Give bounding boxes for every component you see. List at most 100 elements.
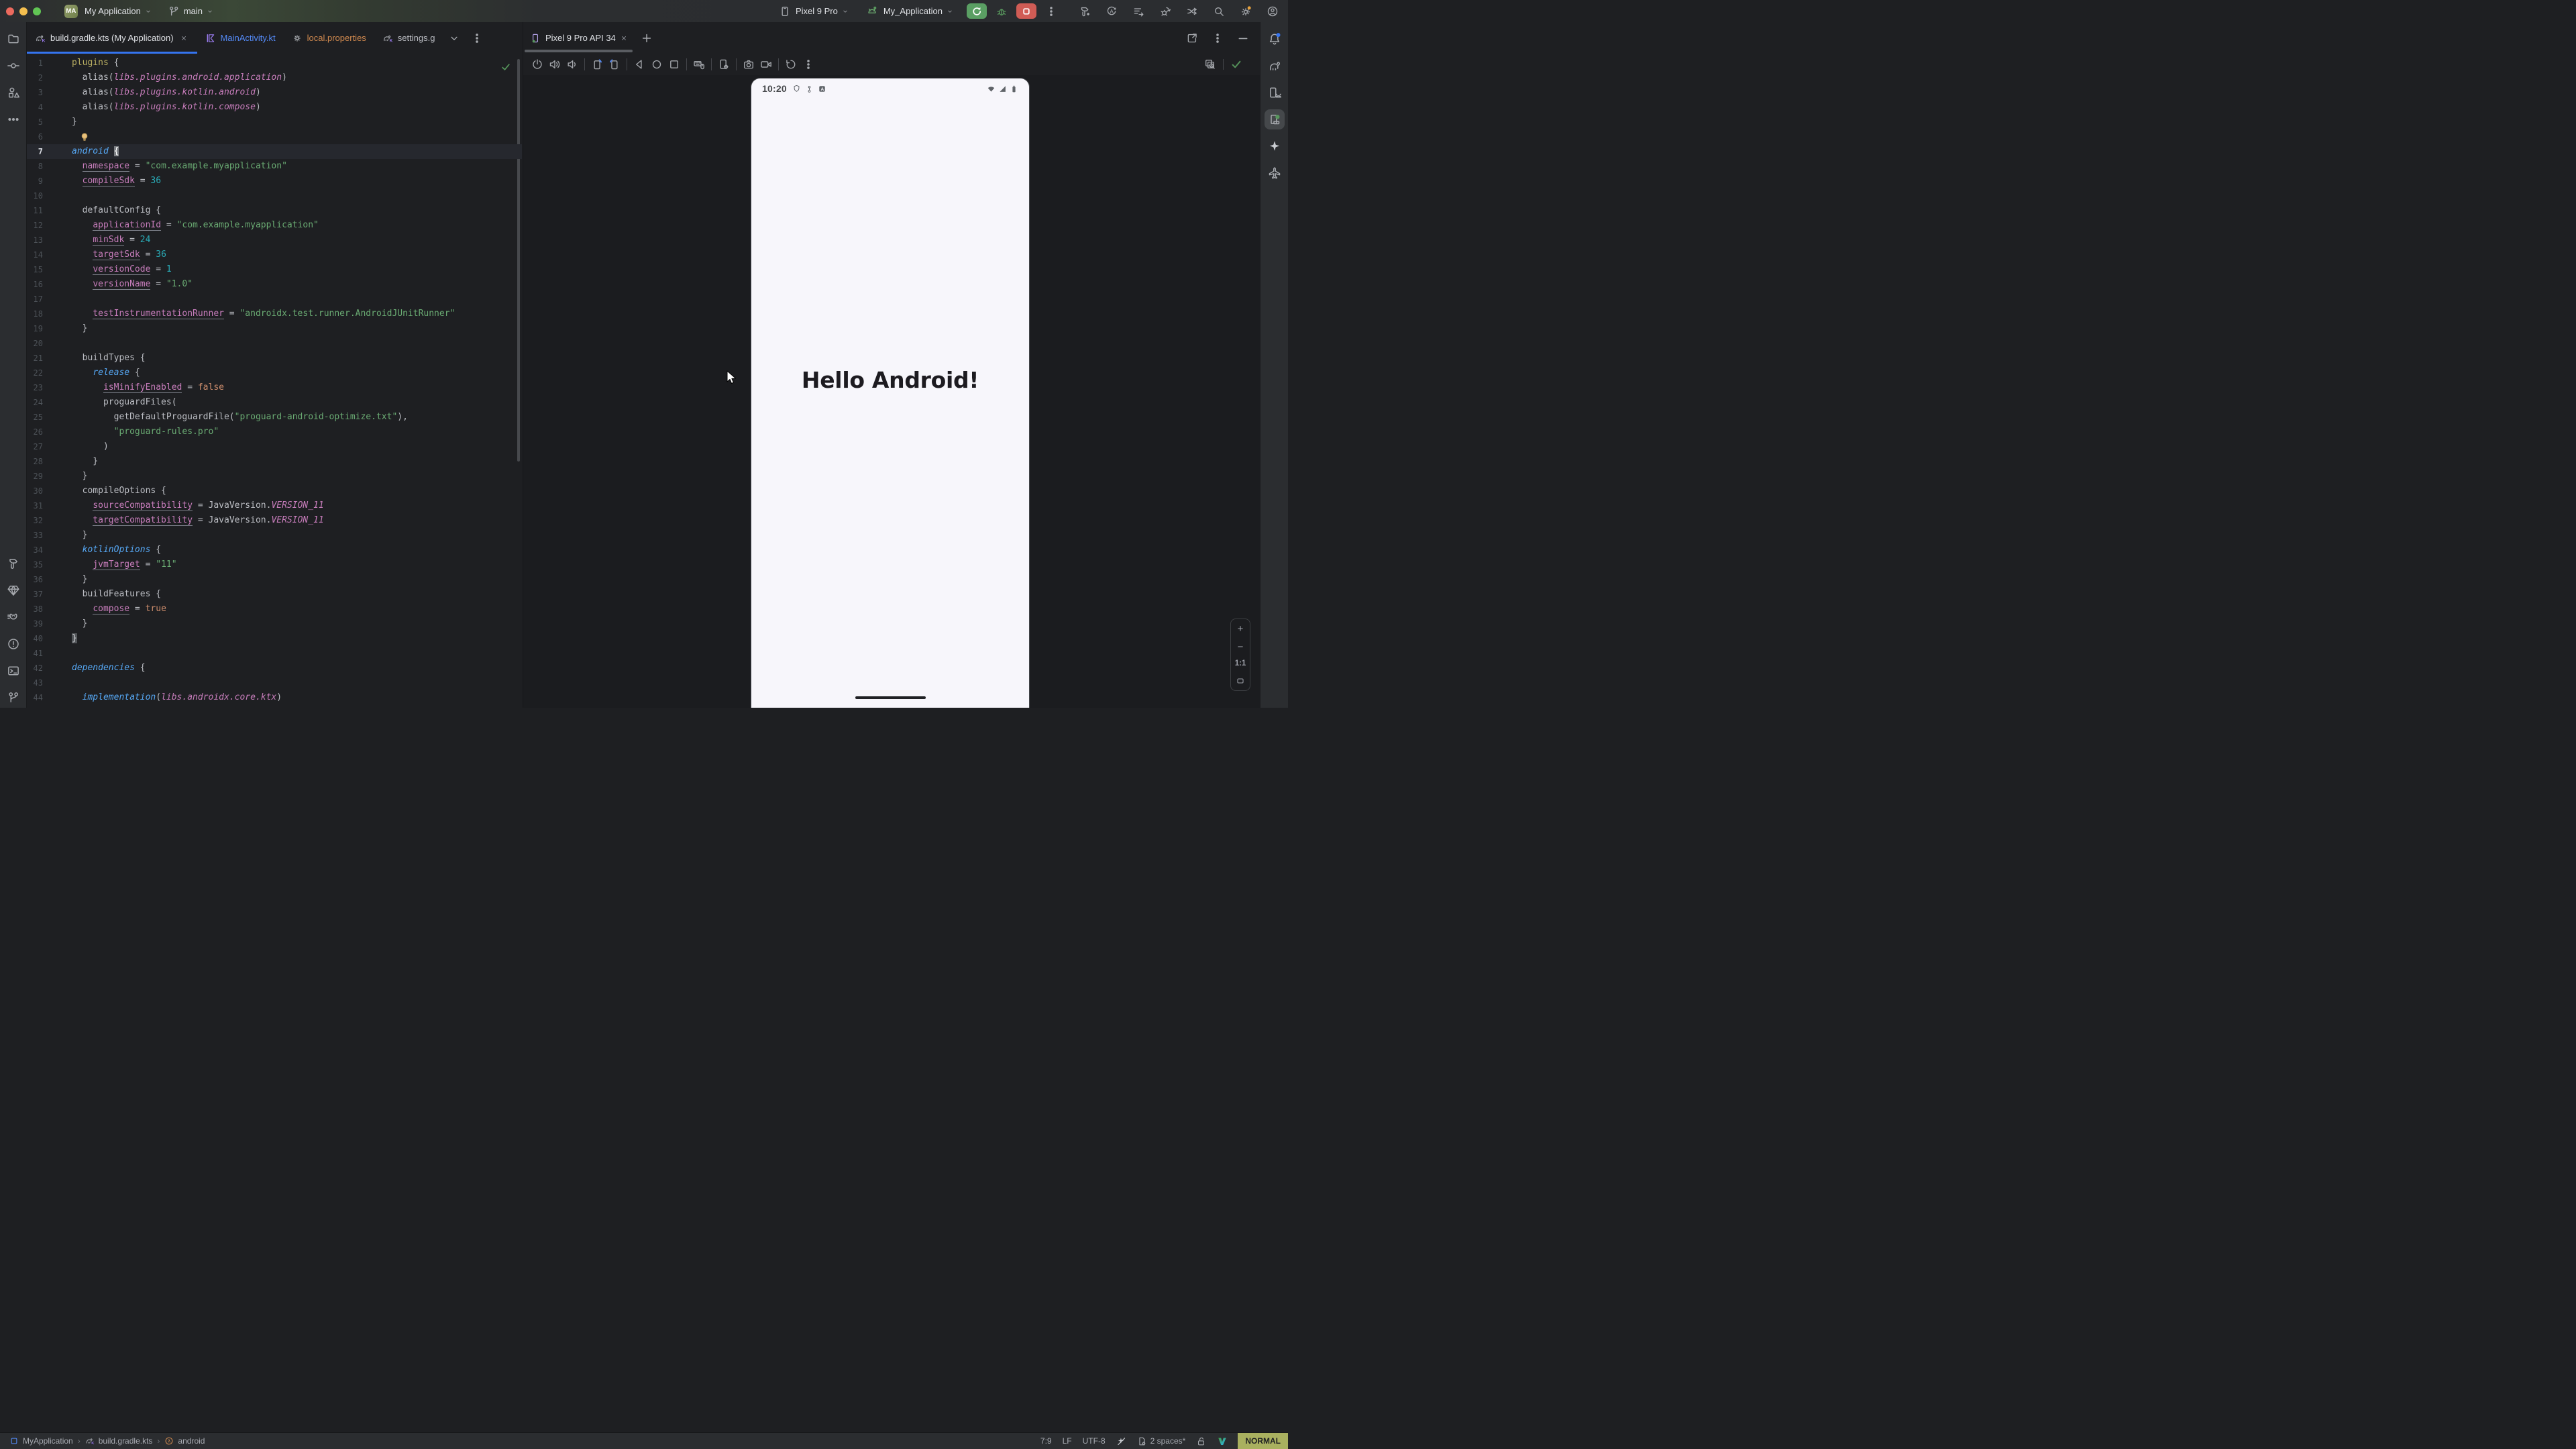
settings-gear-icon[interactable]: [1237, 3, 1254, 20]
stripe-logcat-cat-icon[interactable]: [3, 607, 23, 627]
code-line[interactable]: 11 defaultConfig {: [27, 203, 522, 218]
stop-app-button[interactable]: [1016, 3, 1036, 19]
stripe-more-horizontal-icon[interactable]: [3, 109, 23, 129]
kebab-icon[interactable]: [468, 30, 486, 47]
user-account-icon[interactable]: [1264, 3, 1281, 20]
emulator-device-settings-icon[interactable]: [715, 56, 733, 72]
code-line[interactable]: 8 namespace = "com.example.myapplication…: [27, 159, 522, 174]
breadcrumb-item-android[interactable]: λandroid: [164, 1436, 205, 1446]
stripe-device-manager-icon[interactable]: [1265, 83, 1285, 103]
attach-debugger-icon[interactable]: [1157, 3, 1174, 20]
code-line[interactable]: 29 }: [27, 469, 522, 484]
stripe-project-folder-icon[interactable]: [3, 29, 23, 49]
emulator-volume-down-icon[interactable]: [564, 56, 581, 72]
stripe-assistant-sparkle-icon[interactable]: [1265, 136, 1285, 156]
stripe-notifications-bell-icon[interactable]: [1265, 29, 1285, 49]
code-line[interactable]: 17: [27, 292, 522, 307]
build-hammer-icon[interactable]: [1076, 3, 1093, 20]
emulator-screen[interactable]: 10:20 A Hello Android!: [751, 78, 1030, 708]
code-line[interactable]: 13 minSdk = 24: [27, 233, 522, 248]
code-line[interactable]: 7android {: [27, 144, 522, 159]
lock-open-icon[interactable]: [1196, 1436, 1206, 1446]
zoom-in-button[interactable]: +: [1238, 624, 1244, 634]
editor-tab-4[interactable]: Ksettings.g: [374, 22, 443, 54]
kebab-icon[interactable]: [1209, 30, 1226, 47]
emulator-nav-back-icon[interactable]: [631, 56, 648, 72]
code-line[interactable]: 18 testInstrumentationRunner = "androidx…: [27, 307, 522, 321]
fit-screen-icon[interactable]: [1236, 676, 1245, 686]
code-line[interactable]: 27 ): [27, 439, 522, 454]
window-zoom-button[interactable]: [33, 7, 41, 15]
ai-off-icon[interactable]: [1116, 1436, 1126, 1446]
code-line[interactable]: 36 }: [27, 572, 522, 587]
code-line[interactable]: 20: [27, 336, 522, 351]
vim-mode-badge[interactable]: NORMAL: [1238, 1433, 1288, 1449]
code-line[interactable]: 25 getDefaultProguardFile("proguard-andr…: [27, 410, 522, 425]
emulator-rotate-right-icon[interactable]: [606, 56, 623, 72]
run-configuration-selector[interactable]: My_Application: [865, 3, 953, 20]
code-line[interactable]: 23 isMinifyEnabled = false: [27, 380, 522, 395]
device-selector[interactable]: Pixel 9 Pro: [778, 3, 849, 20]
editor-tab-3[interactable]: local.properties: [284, 22, 374, 54]
stripe-problems-alert-icon[interactable]: [3, 634, 23, 654]
hide-panel-icon[interactable]: [1234, 30, 1252, 47]
code-line[interactable]: 16 versionName = "1.0": [27, 277, 522, 292]
code-line[interactable]: 42dependencies {: [27, 661, 522, 676]
emulator-ui-inspect-icon[interactable]: [1201, 56, 1219, 73]
open-in-window-icon[interactable]: [1183, 30, 1201, 47]
zoom-actual-size-button[interactable]: 1:1: [1235, 660, 1246, 668]
indent-setting[interactable]: 2 spaces*: [1137, 1436, 1186, 1446]
close-icon[interactable]: [621, 35, 627, 42]
stripe-gemini-gem-icon[interactable]: [3, 580, 23, 600]
sync-a-icon[interactable]: A: [1103, 3, 1120, 20]
code-line[interactable]: 4 alias(libs.plugins.kotlin.compose): [27, 100, 522, 115]
stripe-commit-icon[interactable]: [3, 56, 23, 76]
caret-position[interactable]: 7:9: [1040, 1436, 1052, 1446]
stripe-running-devices-icon[interactable]: [1265, 109, 1285, 129]
code-line[interactable]: 14 targetSdk = 36: [27, 248, 522, 262]
emulator-hardware-input-icon[interactable]: [690, 56, 708, 72]
branch-menu[interactable]: main: [168, 5, 213, 17]
code-line[interactable]: 26 "proguard-rules.pro": [27, 425, 522, 439]
stripe-terminal-icon[interactable]: [3, 661, 23, 681]
sync-arrows-icon[interactable]: [1183, 3, 1201, 20]
breadcrumb-item-build.gradle.kts[interactable]: Kbuild.gradle.kts: [85, 1436, 153, 1446]
run-more-kebab-icon[interactable]: [1042, 3, 1060, 20]
emulator-check-green-icon[interactable]: [1228, 56, 1245, 73]
code-line[interactable]: 33 }: [27, 528, 522, 543]
code-line[interactable]: 31 sourceCompatibility = JavaVersion.VER…: [27, 498, 522, 513]
emulator-nav-home-icon[interactable]: [648, 56, 665, 72]
emulator-snapshot-reset-icon[interactable]: [782, 56, 800, 72]
add-device-tab-button[interactable]: [638, 30, 655, 47]
stripe-gradle-elephant-icon[interactable]: [1265, 56, 1285, 76]
code-line[interactable]: 9 compileSdk = 36: [27, 174, 522, 189]
code-line[interactable]: 24 proguardFiles(: [27, 395, 522, 410]
close-icon[interactable]: [178, 33, 189, 44]
code-line[interactable]: 10: [27, 189, 522, 203]
emulator-tab[interactable]: Pixel 9 Pro API 34: [523, 22, 634, 54]
emulator-screen-record-icon[interactable]: [757, 56, 775, 72]
code-line[interactable]: 32 targetCompatibility = JavaVersion.VER…: [27, 513, 522, 528]
code-line[interactable]: 39 }: [27, 616, 522, 631]
emulator-screenshot-camera-icon[interactable]: [740, 56, 757, 72]
code-editor[interactable]: Kbuild.gradle.kts (My Application)MainAc…: [27, 22, 522, 708]
debug-bug-icon[interactable]: [993, 3, 1010, 20]
emulator-rotate-left-icon[interactable]: [588, 56, 606, 72]
emulator-kebab-icon[interactable]: [800, 56, 817, 72]
stripe-airplane-icon[interactable]: [1265, 163, 1285, 183]
code-line[interactable]: 35 jvmTarget = "11": [27, 557, 522, 572]
code-line[interactable]: 19 }: [27, 321, 522, 336]
emulator-volume-up-icon[interactable]: [546, 56, 564, 72]
line-separator[interactable]: LF: [1063, 1436, 1072, 1446]
chevron-down-icon[interactable]: [445, 30, 463, 47]
code-line[interactable]: 12 applicationId = "com.example.myapplic…: [27, 218, 522, 233]
editor-tab-1[interactable]: Kbuild.gradle.kts (My Application): [27, 22, 197, 54]
phone-nav-handle[interactable]: [855, 696, 926, 699]
intention-bulb-icon[interactable]: [79, 131, 90, 142]
emulator-power-icon[interactable]: [529, 56, 546, 72]
code-line[interactable]: 6: [27, 129, 522, 144]
code-line[interactable]: 3 alias(libs.plugins.kotlin.android): [27, 85, 522, 100]
stripe-version-control-branch-icon[interactable]: [3, 688, 23, 708]
code-line[interactable]: 1plugins {: [27, 56, 522, 70]
encoding[interactable]: UTF-8: [1083, 1436, 1106, 1446]
